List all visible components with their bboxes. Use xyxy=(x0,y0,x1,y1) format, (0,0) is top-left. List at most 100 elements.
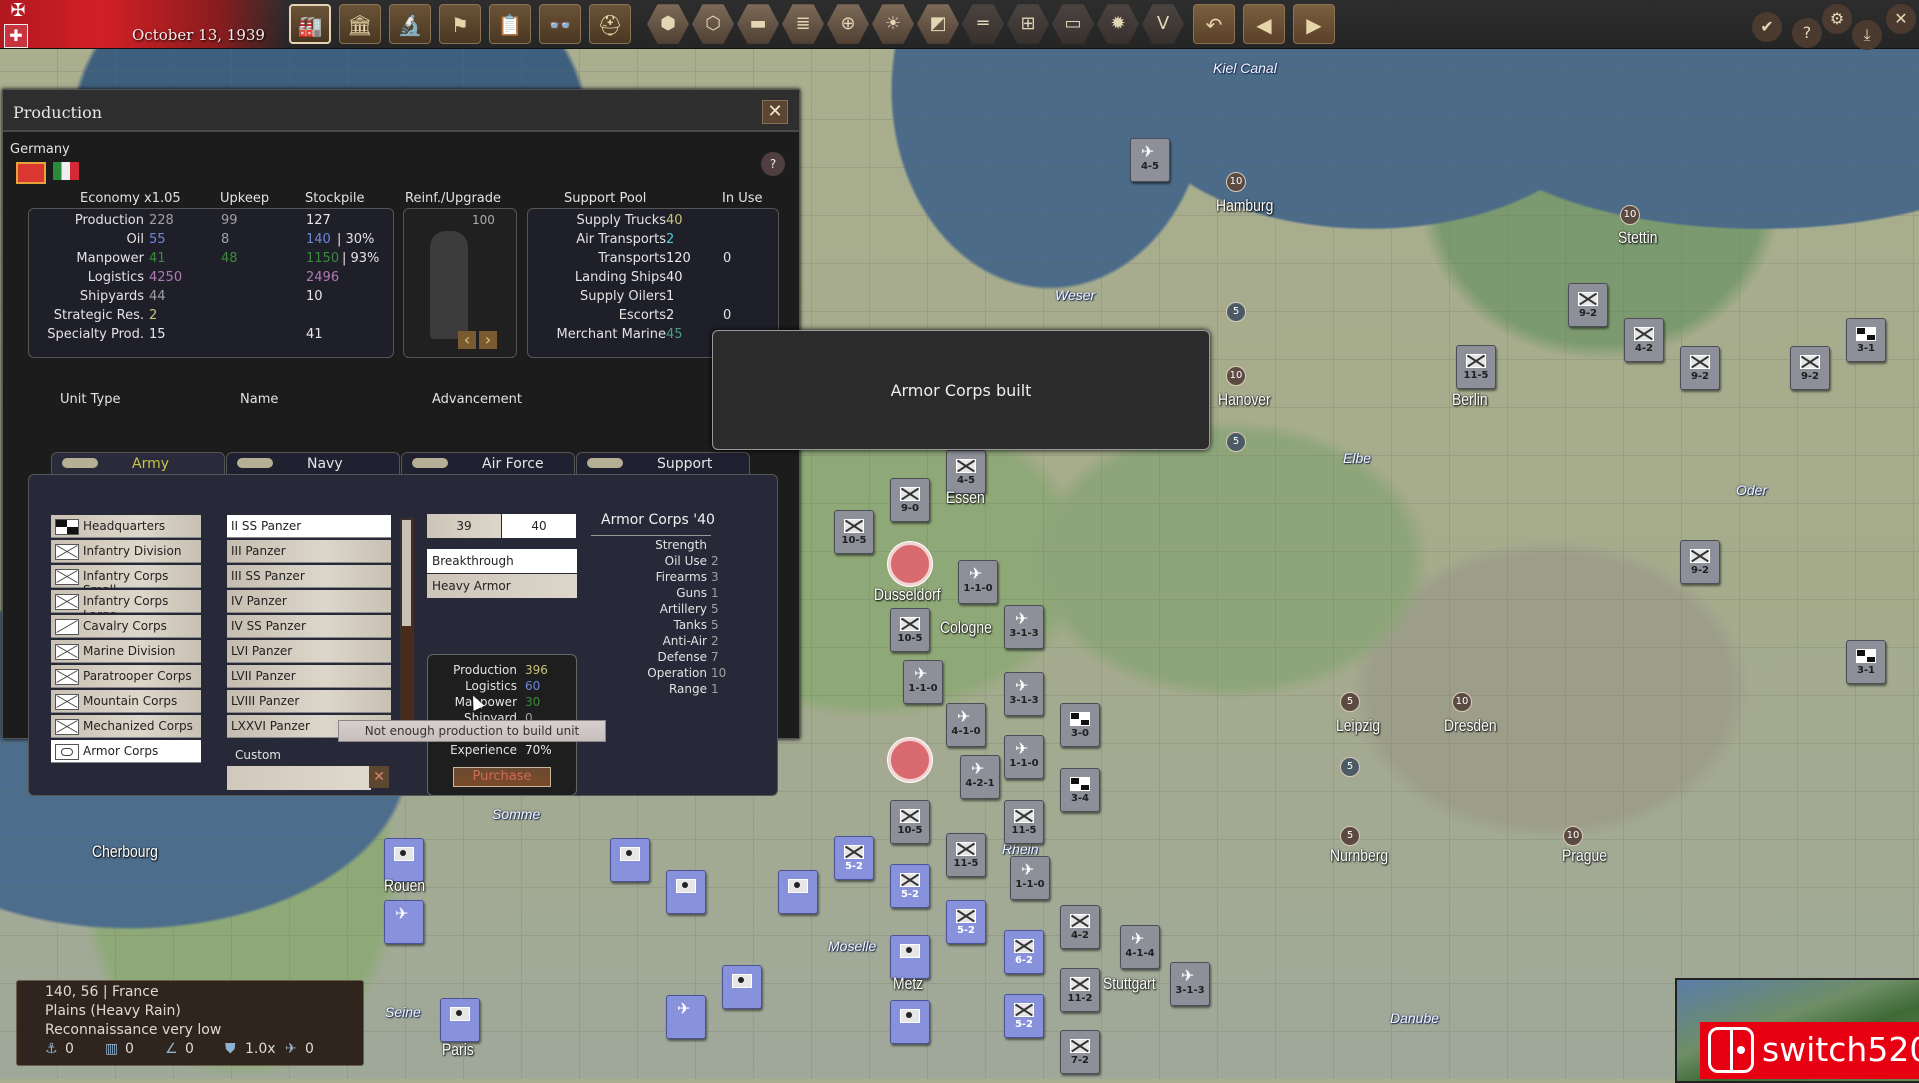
unit-name-item[interactable]: IV Panzer xyxy=(227,590,391,613)
target-reticle-icon[interactable] xyxy=(888,542,932,586)
undo-button[interactable]: ↶ xyxy=(1193,4,1235,44)
unit-counter[interactable]: 10-5 xyxy=(890,608,930,652)
unit-type-item[interactable]: Infantry Corps Large xyxy=(51,590,201,622)
unit-type-item[interactable]: Armor Corps xyxy=(51,740,201,763)
unit-name-item[interactable]: LVII Panzer xyxy=(227,665,391,688)
unit-counter[interactable]: 5-2 xyxy=(946,900,986,944)
unit-name-item[interactable]: IV SS Panzer xyxy=(227,615,391,638)
year-button-40[interactable]: 40 xyxy=(502,514,576,538)
unit-counter[interactable]: 9-0 xyxy=(890,478,930,522)
terrain-filter[interactable]: ⬢ xyxy=(647,4,689,44)
unit-type-item[interactable]: Mountain Corps xyxy=(51,690,201,713)
advancement-item[interactable]: Breakthrough xyxy=(427,549,577,573)
reinforce-prev-button[interactable]: ‹ xyxy=(458,331,476,349)
next-button[interactable]: ▶ xyxy=(1293,4,1335,44)
unit-counter[interactable]: 1-1-0 xyxy=(1004,735,1044,779)
help-button[interactable]: ? xyxy=(1792,18,1822,48)
unit-counter[interactable]: 3-1-3 xyxy=(1004,605,1044,649)
production-button[interactable]: 🏭 xyxy=(289,4,331,44)
units-button[interactable]: ⛑ xyxy=(589,4,631,44)
unit-counter[interactable] xyxy=(722,965,762,1009)
quit-button[interactable]: ✕ xyxy=(1886,4,1916,34)
unit-counter[interactable]: 9-2 xyxy=(1790,346,1830,390)
unit-counter[interactable] xyxy=(890,1000,930,1044)
unit-counter[interactable]: 4-5 xyxy=(1130,138,1170,182)
unit-type-item[interactable]: Marine Division xyxy=(51,640,201,663)
unit-type-item[interactable]: Infantry Division xyxy=(51,540,201,563)
unit-name-item[interactable]: II SS Panzer xyxy=(227,515,391,538)
tab-navy[interactable]: Navy xyxy=(226,452,400,475)
unit-counter[interactable]: 3-1-3 xyxy=(1004,672,1044,716)
unit-counter[interactable]: 4-2 xyxy=(1060,905,1100,949)
purchase-button[interactable]: Purchase xyxy=(453,767,551,787)
unit-type-item[interactable]: Infantry Corps Small xyxy=(51,565,201,597)
end-turn-button[interactable]: ✔ xyxy=(1752,12,1782,42)
unit-counter[interactable]: 9-2 xyxy=(1568,283,1608,327)
unit-counter[interactable]: 11-2 xyxy=(1060,968,1100,1012)
unit-counter[interactable] xyxy=(440,998,480,1042)
unit-counter[interactable]: 3-4 xyxy=(1060,768,1100,812)
unit-counter[interactable]: 1-1-0 xyxy=(903,660,943,704)
unit-counter[interactable]: 9-2 xyxy=(1680,540,1720,584)
unit-counter[interactable] xyxy=(890,935,930,979)
previous-button[interactable]: ◀ xyxy=(1243,4,1285,44)
unit-counter[interactable]: 7-2 xyxy=(1060,1030,1100,1074)
unit-counter[interactable]: 11-5 xyxy=(946,833,986,877)
weather-filter[interactable]: ☀ xyxy=(872,4,914,44)
frame-filter[interactable]: ▭ xyxy=(1052,4,1094,44)
unit-type-item[interactable]: Cavalry Corps xyxy=(51,615,201,638)
custom-name-input[interactable] xyxy=(227,766,371,790)
unit-counter[interactable] xyxy=(666,870,706,914)
scrollbar-thumb[interactable] xyxy=(402,520,411,626)
unit-name-item[interactable]: III Panzer xyxy=(227,540,391,563)
unit-type-item[interactable]: Paratrooper Corps xyxy=(51,665,201,688)
unit-counter[interactable]: 11-5 xyxy=(1456,345,1496,389)
italy-flag-icon[interactable] xyxy=(53,162,79,180)
unit-counter[interactable]: 3-1 xyxy=(1846,640,1886,684)
year-button-39[interactable]: 39 xyxy=(427,514,501,538)
unit-counter[interactable]: 5-2 xyxy=(890,864,930,908)
unit-counter[interactable]: 4-2 xyxy=(1624,318,1664,362)
unit-type-item[interactable]: Mechanized Corps xyxy=(51,715,201,738)
unit-counter[interactable]: 1-1-0 xyxy=(1010,856,1050,900)
close-button[interactable]: ✕ xyxy=(762,100,788,124)
hex-grid-filter[interactable]: ⬡ xyxy=(692,4,734,44)
grid-filter[interactable]: ⊞ xyxy=(1007,4,1049,44)
lines-filter[interactable]: ═ xyxy=(962,4,1004,44)
explosion-filter[interactable]: ✹ xyxy=(1097,4,1139,44)
diplomacy-button[interactable]: 🏛 xyxy=(339,4,381,44)
target-filter[interactable]: ⊕ xyxy=(827,4,869,44)
supply-filter[interactable]: ▬ xyxy=(737,4,779,44)
unit-counter[interactable]: 4-2-1 xyxy=(960,755,1000,799)
unit-counter[interactable] xyxy=(610,838,650,882)
advancement-item[interactable]: Heavy Armor xyxy=(427,574,577,598)
clear-custom-name-button[interactable]: ✕ xyxy=(369,766,389,788)
unit-counter[interactable]: 3-1-3 xyxy=(1170,962,1210,1006)
unit-name-item[interactable]: LVIII Panzer xyxy=(227,690,391,713)
unit-counter[interactable]: 10-5 xyxy=(834,510,874,554)
target-reticle-icon[interactable] xyxy=(888,738,932,782)
objectives-button[interactable]: ⚑ xyxy=(439,4,481,44)
unit-counter[interactable]: 4-1-4 xyxy=(1120,925,1160,969)
unit-counter[interactable]: 10-5 xyxy=(890,800,930,844)
unit-counter[interactable]: 9-2 xyxy=(1680,346,1720,390)
unit-counter[interactable]: 3-0 xyxy=(1060,703,1100,747)
reinforce-next-button[interactable]: › xyxy=(479,331,497,349)
settings-button[interactable]: ⚙ xyxy=(1822,4,1852,34)
help-button[interactable]: ? xyxy=(761,152,785,176)
research-button[interactable]: 🔬 xyxy=(389,4,431,44)
unit-type-item[interactable]: Headquarters xyxy=(51,515,201,538)
unit-counter[interactable]: 5-2 xyxy=(1004,994,1044,1038)
unit-counter[interactable] xyxy=(666,995,706,1039)
nation-selector-icon[interactable]: ✚ xyxy=(4,24,28,48)
tab-support[interactable]: Support xyxy=(576,452,750,475)
germany-flag-icon[interactable] xyxy=(16,162,46,184)
intelligence-button[interactable]: 👓 xyxy=(539,4,581,44)
unit-name-item[interactable]: LVI Panzer xyxy=(227,640,391,663)
tab-air-force[interactable]: Air Force xyxy=(401,452,575,475)
overlay-filter[interactable]: ◩ xyxy=(917,4,959,44)
stack-filter[interactable]: ≣ xyxy=(782,4,824,44)
tab-army[interactable]: Army xyxy=(51,452,225,475)
unit-counter[interactable]: 3-1 xyxy=(1846,318,1886,362)
unit-counter[interactable]: 6-2 xyxy=(1004,930,1044,974)
